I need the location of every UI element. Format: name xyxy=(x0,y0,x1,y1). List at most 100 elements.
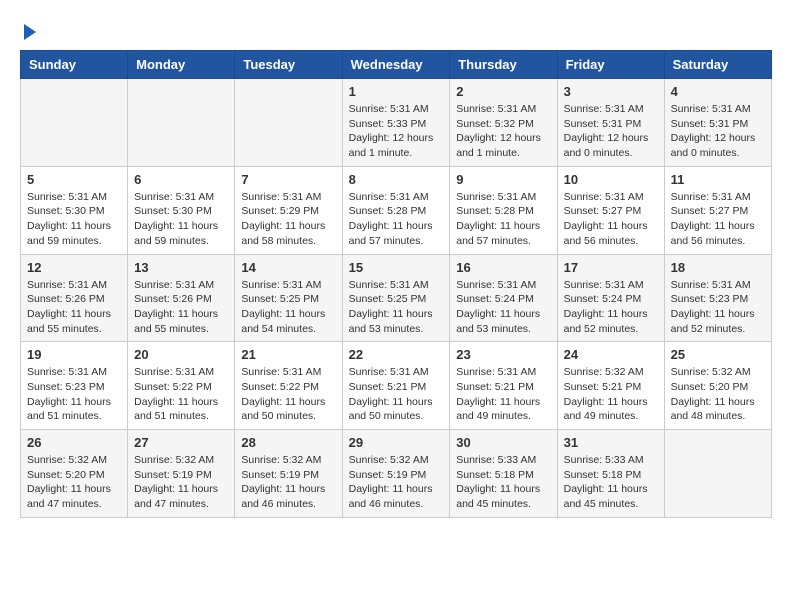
day-info: Sunrise: 5:31 AMSunset: 5:22 PMDaylight:… xyxy=(134,365,228,424)
weekday-header-saturday: Saturday xyxy=(664,51,771,79)
day-number: 23 xyxy=(456,347,550,362)
calendar-cell: 4 Sunrise: 5:31 AMSunset: 5:31 PMDaylight… xyxy=(664,79,771,167)
day-info: Sunrise: 5:31 AMSunset: 5:25 PMDaylight:… xyxy=(241,278,335,337)
calendar-cell: 1Sunrise: 5:31 AMSunset: 5:33 PMDaylight… xyxy=(342,79,450,167)
day-info: Sunrise: 5:31 AMSunset: 5:21 PMDaylight:… xyxy=(456,365,550,424)
day-number: 17 xyxy=(564,260,658,275)
day-number: 18 xyxy=(671,260,765,275)
day-info: Sunrise: 5:31 AMSunset: 5:30 PMDaylight:… xyxy=(27,190,121,249)
day-info: Sunrise: 5:31 AMSunset: 5:31 PMDaylight:… xyxy=(564,102,658,161)
day-info: Sunrise: 5:32 AMSunset: 5:20 PMDaylight:… xyxy=(27,453,121,512)
day-number: 11 xyxy=(671,172,765,187)
calendar-cell xyxy=(235,79,342,167)
day-info: Sunrise: 5:31 AMSunset: 5:29 PMDaylight:… xyxy=(241,190,335,249)
day-info: Sunrise: 5:31 AMSunset: 5:21 PMDaylight:… xyxy=(349,365,444,424)
day-number: 21 xyxy=(241,347,335,362)
day-info: Sunrise: 5:31 AMSunset: 5:25 PMDaylight:… xyxy=(349,278,444,337)
calendar-cell: 5 Sunrise: 5:31 AMSunset: 5:30 PMDaylight… xyxy=(21,166,128,254)
calendar-cell: 7 Sunrise: 5:31 AMSunset: 5:29 PMDaylight… xyxy=(235,166,342,254)
calendar-cell: 16 Sunrise: 5:31 AMSunset: 5:24 PMDayligh… xyxy=(450,254,557,342)
weekday-row: SundayMondayTuesdayWednesdayThursdayFrid… xyxy=(21,51,772,79)
day-number: 9 xyxy=(456,172,550,187)
calendar-cell: 31 Sunrise: 5:33 AMSunset: 5:18 PMDayligh… xyxy=(557,430,664,518)
day-info: Sunrise: 5:31 AMSunset: 5:28 PMDaylight:… xyxy=(349,190,444,249)
calendar-cell: 21 Sunrise: 5:31 AMSunset: 5:22 PMDayligh… xyxy=(235,342,342,430)
day-number: 5 xyxy=(27,172,121,187)
day-number: 3 xyxy=(564,84,658,99)
day-number: 25 xyxy=(671,347,765,362)
day-number: 27 xyxy=(134,435,228,450)
week-row-4: 19Sunrise: 5:31 AMSunset: 5:23 PMDayligh… xyxy=(21,342,772,430)
logo-arrow-icon xyxy=(24,24,36,40)
calendar-cell: 8 Sunrise: 5:31 AMSunset: 5:28 PMDaylight… xyxy=(342,166,450,254)
day-number: 19 xyxy=(27,347,121,362)
day-number: 12 xyxy=(27,260,121,275)
day-info: Sunrise: 5:31 AMSunset: 5:24 PMDaylight:… xyxy=(456,278,550,337)
day-number: 31 xyxy=(564,435,658,450)
day-info: Sunrise: 5:33 AMSunset: 5:18 PMDaylight:… xyxy=(456,453,550,512)
day-info: Sunrise: 5:31 AMSunset: 5:32 PMDaylight:… xyxy=(456,102,550,161)
weekday-header-friday: Friday xyxy=(557,51,664,79)
day-number: 15 xyxy=(349,260,444,275)
day-info: Sunrise: 5:31 AMSunset: 5:24 PMDaylight:… xyxy=(564,278,658,337)
day-info: Sunrise: 5:31 AMSunset: 5:30 PMDaylight:… xyxy=(134,190,228,249)
calendar-cell: 20Sunrise: 5:31 AMSunset: 5:22 PMDayligh… xyxy=(128,342,235,430)
weekday-header-monday: Monday xyxy=(128,51,235,79)
day-info: Sunrise: 5:32 AMSunset: 5:19 PMDaylight:… xyxy=(349,453,444,512)
day-number: 26 xyxy=(27,435,121,450)
day-number: 16 xyxy=(456,260,550,275)
calendar-cell: 6 Sunrise: 5:31 AMSunset: 5:30 PMDaylight… xyxy=(128,166,235,254)
calendar-cell: 2Sunrise: 5:31 AMSunset: 5:32 PMDaylight… xyxy=(450,79,557,167)
calendar-cell: 9 Sunrise: 5:31 AMSunset: 5:28 PMDaylight… xyxy=(450,166,557,254)
day-info: Sunrise: 5:33 AMSunset: 5:18 PMDaylight:… xyxy=(564,453,658,512)
day-number: 24 xyxy=(564,347,658,362)
calendar-cell: 14 Sunrise: 5:31 AMSunset: 5:25 PMDayligh… xyxy=(235,254,342,342)
day-info: Sunrise: 5:32 AMSunset: 5:21 PMDaylight:… xyxy=(564,365,658,424)
day-number: 28 xyxy=(241,435,335,450)
week-row-1: 1Sunrise: 5:31 AMSunset: 5:33 PMDaylight… xyxy=(21,79,772,167)
calendar-cell xyxy=(21,79,128,167)
calendar-cell: 23 Sunrise: 5:31 AMSunset: 5:21 PMDayligh… xyxy=(450,342,557,430)
day-info: Sunrise: 5:31 AMSunset: 5:28 PMDaylight:… xyxy=(456,190,550,249)
day-info: Sunrise: 5:31 AMSunset: 5:27 PMDaylight:… xyxy=(564,190,658,249)
day-number: 4 xyxy=(671,84,765,99)
week-row-5: 26 Sunrise: 5:32 AMSunset: 5:20 PMDayligh… xyxy=(21,430,772,518)
weekday-header-sunday: Sunday xyxy=(21,51,128,79)
calendar-cell: 19Sunrise: 5:31 AMSunset: 5:23 PMDayligh… xyxy=(21,342,128,430)
day-number: 22 xyxy=(349,347,444,362)
day-info: Sunrise: 5:32 AMSunset: 5:19 PMDaylight:… xyxy=(134,453,228,512)
day-number: 29 xyxy=(349,435,444,450)
day-number: 7 xyxy=(241,172,335,187)
calendar-cell: 28 Sunrise: 5:32 AMSunset: 5:19 PMDayligh… xyxy=(235,430,342,518)
day-number: 13 xyxy=(134,260,228,275)
weekday-header-thursday: Thursday xyxy=(450,51,557,79)
calendar-cell: 25Sunrise: 5:32 AMSunset: 5:20 PMDayligh… xyxy=(664,342,771,430)
logo xyxy=(20,20,36,40)
day-info: Sunrise: 5:31 AMSunset: 5:27 PMDaylight:… xyxy=(671,190,765,249)
calendar-cell: 13 Sunrise: 5:31 AMSunset: 5:26 PMDayligh… xyxy=(128,254,235,342)
calendar-cell: 3 Sunrise: 5:31 AMSunset: 5:31 PMDaylight… xyxy=(557,79,664,167)
calendar-header: SundayMondayTuesdayWednesdayThursdayFrid… xyxy=(21,51,772,79)
day-info: Sunrise: 5:31 AMSunset: 5:23 PMDaylight:… xyxy=(671,278,765,337)
calendar-cell: 26 Sunrise: 5:32 AMSunset: 5:20 PMDayligh… xyxy=(21,430,128,518)
calendar-cell: 27 Sunrise: 5:32 AMSunset: 5:19 PMDayligh… xyxy=(128,430,235,518)
calendar-cell: 11 Sunrise: 5:31 AMSunset: 5:27 PMDayligh… xyxy=(664,166,771,254)
week-row-3: 12 Sunrise: 5:31 AMSunset: 5:26 PMDayligh… xyxy=(21,254,772,342)
page-header xyxy=(20,20,772,40)
day-number: 1 xyxy=(349,84,444,99)
day-number: 8 xyxy=(349,172,444,187)
week-row-2: 5 Sunrise: 5:31 AMSunset: 5:30 PMDaylight… xyxy=(21,166,772,254)
day-number: 14 xyxy=(241,260,335,275)
calendar-cell: 15 Sunrise: 5:31 AMSunset: 5:25 PMDayligh… xyxy=(342,254,450,342)
day-info: Sunrise: 5:31 AMSunset: 5:22 PMDaylight:… xyxy=(241,365,335,424)
calendar-cell: 12 Sunrise: 5:31 AMSunset: 5:26 PMDayligh… xyxy=(21,254,128,342)
calendar-cell: 17 Sunrise: 5:31 AMSunset: 5:24 PMDayligh… xyxy=(557,254,664,342)
day-info: Sunrise: 5:32 AMSunset: 5:19 PMDaylight:… xyxy=(241,453,335,512)
calendar-cell: 22 Sunrise: 5:31 AMSunset: 5:21 PMDayligh… xyxy=(342,342,450,430)
day-info: Sunrise: 5:31 AMSunset: 5:26 PMDaylight:… xyxy=(134,278,228,337)
calendar-cell: 24 Sunrise: 5:32 AMSunset: 5:21 PMDayligh… xyxy=(557,342,664,430)
day-info: Sunrise: 5:31 AMSunset: 5:31 PMDaylight:… xyxy=(671,102,765,161)
day-info: Sunrise: 5:31 AMSunset: 5:26 PMDaylight:… xyxy=(27,278,121,337)
day-number: 6 xyxy=(134,172,228,187)
calendar-cell: 18 Sunrise: 5:31 AMSunset: 5:23 PMDayligh… xyxy=(664,254,771,342)
